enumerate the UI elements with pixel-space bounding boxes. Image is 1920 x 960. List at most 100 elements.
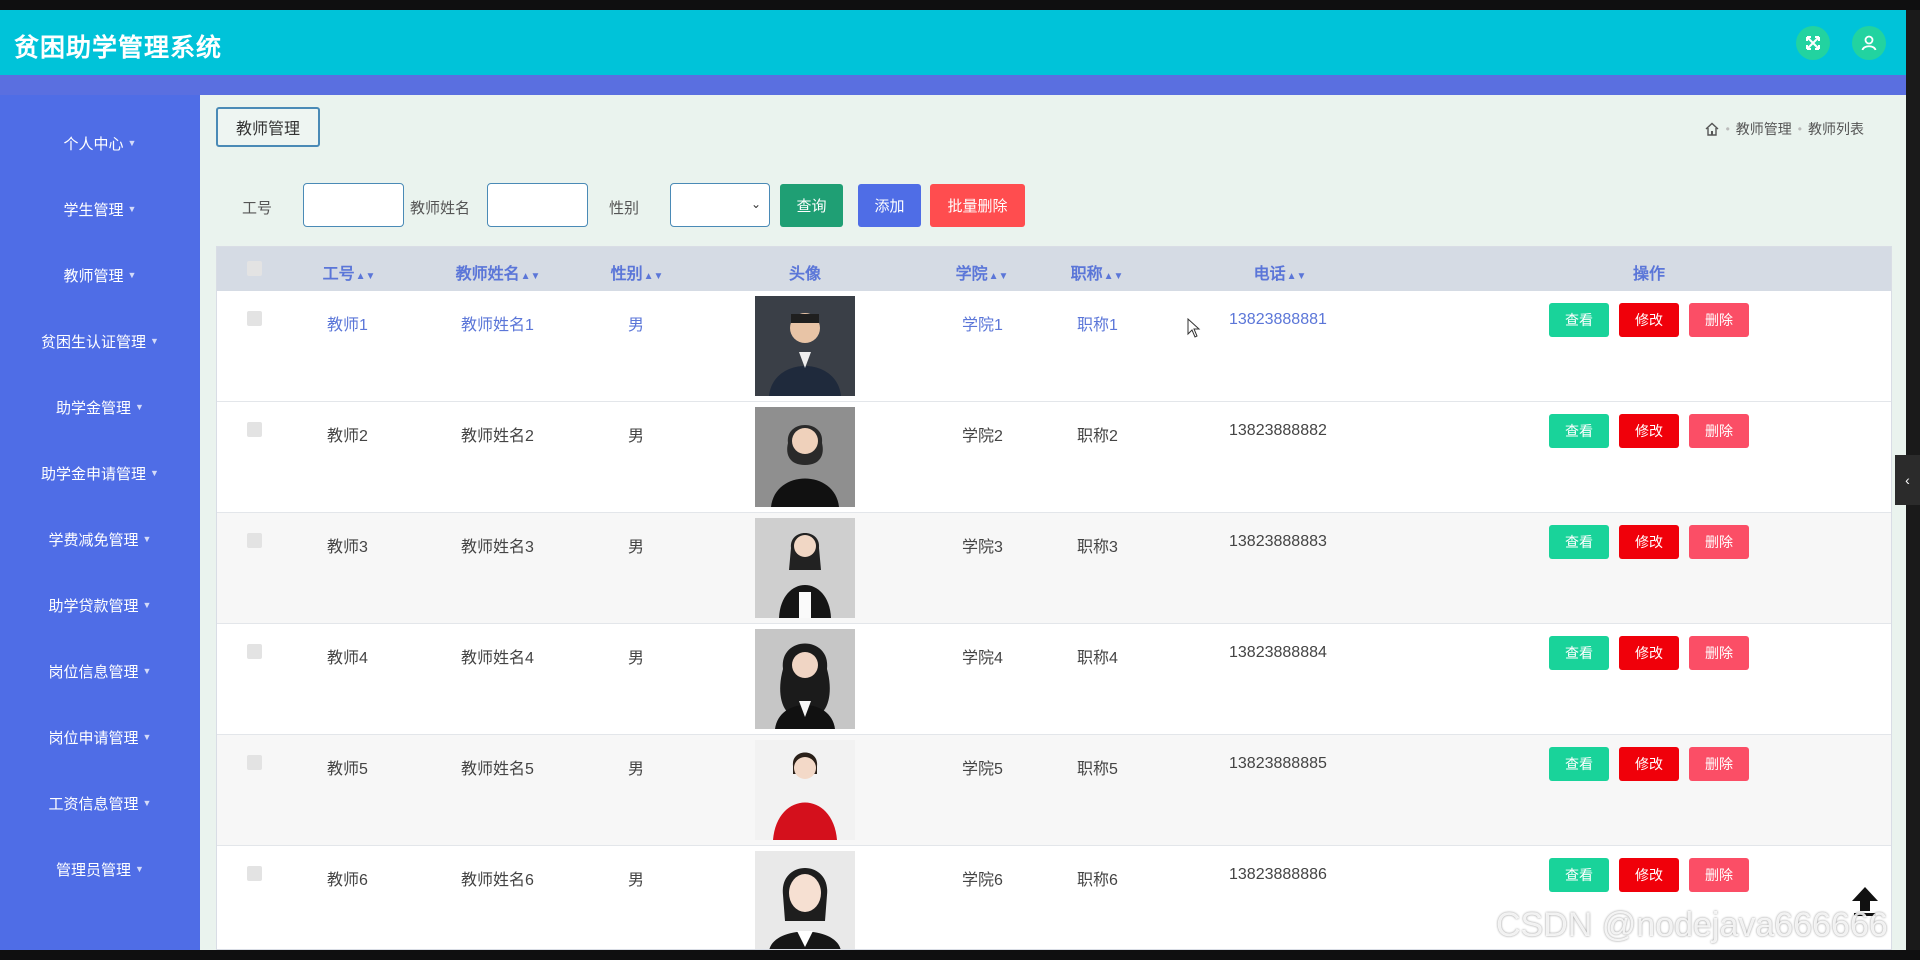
main-content: 教师管理 • 教师管理 • 教师列表 工号 教师姓名 性别 ⌄ 查询 添加 批量… [200,95,1906,950]
table-row[interactable]: 教师2 教师姓名2 男 学院2 职称2 13823888882 查看 修改 删除 [217,402,1891,513]
sort-icon: ▲▼ [520,271,541,282]
sidebar-item-job-info[interactable]: 岗位信息管理 ▼ [0,651,200,691]
edit-button[interactable]: 修改 [1619,858,1679,892]
sidebar-item-grant-applications[interactable]: 助学金申请管理 ▼ [0,453,200,493]
table-row[interactable]: 教师5 教师姓名5 男 学院5 职称5 13823888885 查看 修改 删除 [217,735,1891,846]
gender-label: 性别 [609,200,640,217]
breadcrumb-item[interactable]: 教师管理 [1736,119,1792,139]
view-button[interactable]: 查看 [1549,525,1609,559]
caret-down-icon: ▼ [142,534,152,544]
column-header-phone[interactable]: 电话▲▼ [1254,260,1307,284]
column-header-actions: 操作 [1632,266,1666,283]
delete-button[interactable]: 删除 [1689,747,1749,781]
id-label: 工号 [242,200,273,217]
column-header-title[interactable]: 职称▲▼ [1071,260,1124,284]
column-header-name[interactable]: 教师姓名▲▼ [456,260,541,284]
batch-delete-button[interactable]: 批量删除 [930,184,1025,227]
gender-select[interactable]: ⌄ [670,183,770,227]
delete-button[interactable]: 删除 [1689,525,1749,559]
fullscreen-button[interactable] [1796,26,1830,60]
home-icon[interactable] [1704,121,1720,137]
delete-button[interactable]: 删除 [1689,636,1749,670]
cell-id: 教师1 [327,317,368,334]
breadcrumb-separator: • [1725,122,1730,136]
column-header-college[interactable]: 学院▲▼ [956,260,1009,284]
cell-phone: 13823888882 [1229,422,1327,439]
teacher-avatar [755,740,855,840]
cell-name: 教师姓名3 [461,539,534,556]
sidebar-item-poverty-certification[interactable]: 贫困生认证管理 ▼ [0,321,200,361]
sort-icon: ▲▼ [1103,271,1124,282]
cell-gender: 男 [628,761,645,778]
delete-button[interactable]: 删除 [1689,414,1749,448]
row-checkbox[interactable] [247,755,262,770]
sidebar: 个人中心 ▼ 学生管理 ▼ 教师管理 ▼ 贫困生认证管理 ▼ 助学金管理 ▼ 助学金申请管… [0,95,200,950]
breadcrumb-item: 教师列表 [1808,121,1864,137]
id-input[interactable] [303,183,404,227]
cell-phone: 13823888881 [1229,311,1327,328]
cell-phone: 13823888884 [1229,644,1327,661]
view-button[interactable]: 查看 [1549,747,1609,781]
column-header-id[interactable]: 工号▲▼ [323,260,376,284]
table-row[interactable]: 教师4 教师姓名4 男 学院4 职称4 13823888884 查看 修改 删除 [217,624,1891,735]
delete-button[interactable]: 删除 [1689,858,1749,892]
sidebar-item-teachers[interactable]: 教师管理 ▼ [0,255,200,295]
view-button[interactable]: 查看 [1549,414,1609,448]
cell-name: 教师姓名5 [461,761,534,778]
cell-title: 职称6 [1077,872,1118,889]
sidebar-item-personal-center[interactable]: 个人中心 ▼ [0,123,200,163]
row-checkbox[interactable] [247,866,262,881]
cell-college: 学院6 [962,872,1003,889]
edit-button[interactable]: 修改 [1619,525,1679,559]
table-row[interactable]: 教师1 教师姓名1 男 学院1 职称1 13823888881 查看 修改 删除 [217,291,1891,402]
delete-button[interactable]: 删除 [1689,303,1749,337]
table-row[interactable]: 教师3 教师姓名3 男 学院3 职称3 13823888883 查看 修改 删除 [217,513,1891,624]
sidebar-item-tuition-waiver[interactable]: 学费减免管理 ▼ [0,519,200,559]
caret-down-icon: ▼ [135,402,144,412]
sidebar-item-students[interactable]: 学生管理 ▼ [0,189,200,229]
sidebar-item-label: 工资信息管理 [48,795,139,813]
sidebar-item-label: 助学金管理 [56,399,132,417]
sidebar-item-label: 贫困生认证管理 [41,333,147,351]
view-button[interactable]: 查看 [1549,858,1609,892]
teacher-avatar [755,407,855,507]
query-button[interactable]: 查询 [780,184,843,227]
sidebar-item-admins[interactable]: 管理员管理 ▼ [0,849,200,889]
caret-down-icon: ▼ [142,666,152,676]
sidebar-item-salary-info[interactable]: 工资信息管理 ▼ [0,783,200,823]
watermark: CSDN @nodejava666666 [1496,906,1888,944]
cell-title: 职称2 [1077,428,1118,445]
select-all-checkbox[interactable] [247,261,262,276]
caret-down-icon: ▼ [142,798,152,808]
name-input[interactable] [487,183,588,227]
row-checkbox[interactable] [247,533,262,548]
cell-title: 职称5 [1077,761,1118,778]
edit-button[interactable]: 修改 [1619,747,1679,781]
sidebar-item-job-applications[interactable]: 岗位申请管理 ▼ [0,717,200,757]
row-checkbox[interactable] [247,644,262,659]
sidebar-item-grants[interactable]: 助学金管理 ▼ [0,387,200,427]
cell-college: 学院2 [962,428,1003,445]
sort-icon: ▲▼ [988,271,1009,282]
edit-button[interactable]: 修改 [1619,303,1679,337]
edit-button[interactable]: 修改 [1619,636,1679,670]
chevron-down-icon: ⌄ [750,197,761,211]
sidebar-item-label: 学生管理 [63,201,124,219]
mouse-cursor-icon [1187,318,1201,338]
sidebar-item-label: 岗位信息管理 [48,663,139,681]
caret-down-icon: ▼ [142,732,152,742]
teacher-avatar [755,629,855,729]
chevron-left-icon: ‹ [1905,472,1910,488]
add-button[interactable]: 添加 [858,184,921,227]
edit-button[interactable]: 修改 [1619,414,1679,448]
user-button[interactable] [1852,26,1886,60]
view-button[interactable]: 查看 [1549,303,1609,337]
view-button[interactable]: 查看 [1549,636,1609,670]
sidebar-item-student-loans[interactable]: 助学贷款管理 ▼ [0,585,200,625]
row-checkbox[interactable] [247,311,262,326]
sidebar-item-label: 管理员管理 [56,861,132,879]
collapse-panel-button[interactable]: ‹ [1895,455,1920,505]
cell-college: 学院1 [962,317,1003,334]
row-checkbox[interactable] [247,422,262,437]
column-header-gender[interactable]: 性别▲▼ [611,260,664,284]
